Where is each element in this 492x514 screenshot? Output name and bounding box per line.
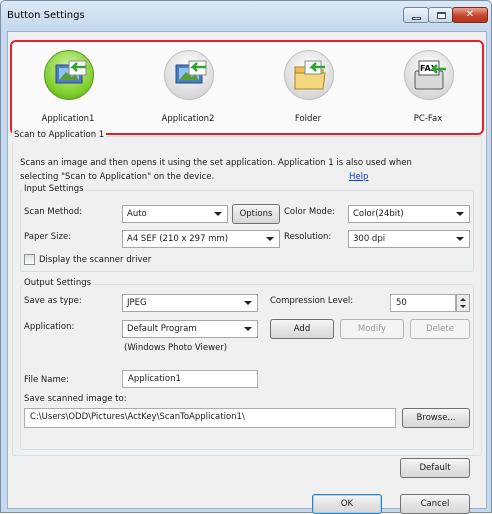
default-button[interactable]: Default xyxy=(400,458,470,478)
window-title: Button Settings xyxy=(7,10,85,21)
scan-description-line1: Scans an image and then opens it using t… xyxy=(20,158,412,168)
scan-method-value: Auto xyxy=(127,209,147,219)
paper-size-value: A4 SEF (210 x 297 mm) xyxy=(127,234,229,244)
save-path-input[interactable]: C:\Users\ODD\Pictures\ActKey\ScanToAppli… xyxy=(24,408,396,428)
help-link[interactable]: Help xyxy=(349,172,368,182)
ok-button[interactable]: OK xyxy=(312,494,382,514)
title-bar[interactable]: Button Settings ✕ xyxy=(1,1,491,31)
app-button-application2[interactable]: Application2 xyxy=(140,44,236,130)
app-button-folder[interactable]: Folder xyxy=(260,44,356,130)
button-settings-window: Button Settings ✕ Application1 Applicati… xyxy=(0,0,492,514)
chevron-down-icon xyxy=(244,301,252,305)
chevron-down-icon xyxy=(266,237,274,241)
chevron-down-icon xyxy=(214,212,222,216)
spin-down-icon[interactable] xyxy=(460,305,466,308)
save-as-type-label: Save as type: xyxy=(24,296,82,306)
spin-up-icon[interactable] xyxy=(460,298,466,301)
app-label-pc-fax: PC-Fax xyxy=(413,114,443,124)
maximize-button[interactable] xyxy=(428,7,453,23)
compression-level-label: Compression Level: xyxy=(270,296,354,306)
scan-method-select[interactable]: Auto xyxy=(122,205,228,223)
scan-method-label: Scan Method: xyxy=(24,207,83,217)
application-label: Application: xyxy=(24,322,75,332)
display-driver-label[interactable]: Display the scanner driver xyxy=(39,255,151,265)
app-label-application1: Application1 xyxy=(41,114,95,124)
dialog-body: Application1 Application2 Folder FAX PC-… xyxy=(7,31,487,514)
chevron-down-icon xyxy=(456,212,464,216)
file-name-input[interactable]: Application1 xyxy=(122,370,258,388)
chevron-down-icon xyxy=(244,327,252,331)
delete-button[interactable]: Delete xyxy=(410,319,470,339)
application-value: Default Program xyxy=(127,324,197,334)
scan-group-label: Scan to Application 1 xyxy=(12,130,107,140)
application-select[interactable]: Default Program xyxy=(122,320,258,338)
minimize-button[interactable] xyxy=(403,7,429,23)
scan-to-application-icon xyxy=(44,50,94,100)
chevron-down-icon xyxy=(456,237,464,241)
file-name-label: File Name: xyxy=(24,375,69,385)
minimize-icon xyxy=(412,17,421,20)
output-settings-label: Output Settings xyxy=(22,278,94,288)
resolution-select[interactable]: 300 dpi xyxy=(348,230,470,248)
color-mode-select[interactable]: Color(24bit) xyxy=(348,205,470,223)
color-mode-label: Color Mode: xyxy=(284,207,335,217)
compression-level-value: 50 xyxy=(396,298,407,308)
save-path-value: C:\Users\ODD\Pictures\ActKey\ScanToAppli… xyxy=(30,412,245,422)
save-as-type-select[interactable]: JPEG xyxy=(122,294,258,312)
application-note: (Windows Photo Viewer) xyxy=(124,343,228,353)
paper-size-select[interactable]: A4 SEF (210 x 297 mm) xyxy=(122,230,280,248)
paper-size-label: Paper Size: xyxy=(24,232,72,242)
browse-button[interactable]: Browse... xyxy=(402,408,470,428)
app-button-pc-fax[interactable]: FAX PC-Fax xyxy=(380,44,476,130)
resolution-value: 300 dpi xyxy=(353,234,386,244)
app-button-application1[interactable]: Application1 xyxy=(20,44,116,130)
compression-level-input[interactable]: 50 xyxy=(390,294,456,312)
color-mode-value: Color(24bit) xyxy=(353,209,404,219)
scan-to-pcfax-icon: FAX xyxy=(404,50,454,100)
scan-to-folder-icon xyxy=(284,50,334,100)
close-button[interactable]: ✕ xyxy=(452,7,488,23)
compression-level-spinner[interactable] xyxy=(456,294,470,312)
save-path-label: Save scanned image to: xyxy=(24,394,127,404)
cancel-button[interactable]: Cancel xyxy=(400,494,470,514)
modify-button[interactable]: Modify xyxy=(340,319,404,339)
scan-description-line2: selecting "Scan to Application" on the d… xyxy=(20,172,215,182)
resolution-label: Resolution: xyxy=(284,232,332,242)
file-name-value: Application1 xyxy=(128,374,181,384)
display-driver-checkbox[interactable] xyxy=(24,254,35,265)
save-as-type-value: JPEG xyxy=(127,298,147,308)
add-button[interactable]: Add xyxy=(270,319,334,339)
maximize-icon xyxy=(437,12,446,19)
scan-to-application-icon xyxy=(164,50,214,100)
options-button[interactable]: Options xyxy=(232,204,280,224)
scan-target-selector: Application1 Application2 Folder FAX PC-… xyxy=(10,40,484,135)
app-label-folder: Folder xyxy=(294,114,322,124)
app-label-application2: Application2 xyxy=(161,114,215,124)
input-settings-label: Input Settings xyxy=(22,184,86,194)
